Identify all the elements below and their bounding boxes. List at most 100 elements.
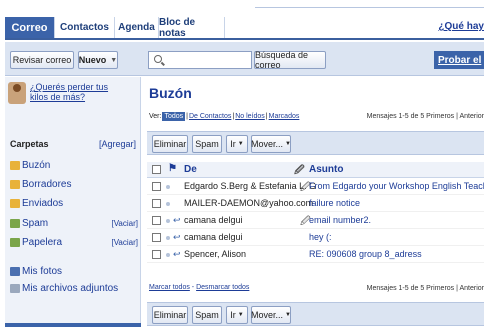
action-bar-top: Eliminar Spam Ir ▼ Mover... ▼ xyxy=(147,131,484,155)
drafts-folder-icon xyxy=(10,179,20,189)
select-all-checkbox[interactable] xyxy=(152,165,161,174)
from-column-header[interactable]: De xyxy=(184,164,197,175)
search-mail-button[interactable]: Búsqueda de correo xyxy=(254,50,326,70)
filter-contacts[interactable]: De Contactos xyxy=(189,113,231,120)
check-mail-button[interactable]: Revisar correo xyxy=(10,51,74,69)
row-checkbox[interactable] xyxy=(152,199,161,208)
folders-header: Carpetas [Agregar] xyxy=(5,136,141,152)
spam-button[interactable]: Spam xyxy=(192,306,222,324)
folders-title: Carpetas xyxy=(10,139,49,149)
message-counter-bottom: Mensajes 1-5 de 5 Primeros | Anterior xyxy=(366,285,484,292)
move-button[interactable]: Mover... ▼ xyxy=(251,306,291,324)
folder-label: Borradores xyxy=(22,178,72,190)
row-checkbox[interactable] xyxy=(152,216,161,225)
email-subject[interactable]: RE: 090608 group 8_adress xyxy=(309,249,422,259)
selection-links: Marcar todos - Desmarcar todos xyxy=(149,284,250,291)
move-button[interactable]: Mover... ▼ xyxy=(251,135,291,153)
delete-button[interactable]: Eliminar xyxy=(152,135,188,153)
search-icon xyxy=(154,55,162,63)
email-subject[interactable]: email number2. xyxy=(309,215,371,225)
promo-image xyxy=(8,82,26,104)
my-attachments-link[interactable]: Mis archivos adjuntos xyxy=(10,281,138,295)
tab-agenda[interactable]: Agenda xyxy=(115,17,159,38)
table-row[interactable]: ↩ Spencer, Alison RE: 090608 group 8_adr… xyxy=(147,247,484,263)
inbox-panel: Buzón Ver: Todos | De Contactos | No leído… xyxy=(142,77,484,327)
table-row[interactable]: ↩ camana delgui hey (: xyxy=(147,230,484,246)
promo-ad[interactable]: ¿Querés perder tus kilos de más? xyxy=(8,82,138,110)
row-checkbox[interactable] xyxy=(152,250,161,259)
view-filter: Ver: Todos | De Contactos | No leídos | Mar… xyxy=(149,112,300,121)
tab-notes[interactable]: Bloc de notas xyxy=(159,17,225,39)
sidebar-bottom-bar xyxy=(5,323,141,327)
photos-label: Mis fotos xyxy=(22,265,63,277)
tab-mail[interactable]: Correo xyxy=(5,17,55,38)
empty-trash-link[interactable]: [Vaciar] xyxy=(111,238,138,247)
toolbar: Revisar correo Nuevo ▼ Búsqueda de corre… xyxy=(5,42,484,76)
message-list-header: ⚑ De 🖉 Asunto xyxy=(147,162,484,178)
delete-button[interactable]: Eliminar xyxy=(152,306,188,324)
read-status-icon xyxy=(166,236,170,240)
my-photos-link[interactable]: Mis fotos xyxy=(10,264,138,278)
whats-new-link[interactable]: ¿Qué hay xyxy=(438,21,484,32)
subject-column-header[interactable]: Asunto xyxy=(309,164,343,175)
filter-flagged[interactable]: Marcados xyxy=(269,113,300,120)
replied-icon: ↩ xyxy=(173,215,181,225)
folder-trash[interactable]: Papelera [Vaciar] xyxy=(10,235,138,249)
filter-all[interactable]: Todos xyxy=(162,112,186,121)
add-folder-link[interactable]: [Agregar] xyxy=(99,139,136,149)
search-input[interactable] xyxy=(148,51,252,69)
sent-folder-icon xyxy=(10,198,20,208)
empty-spam-link[interactable]: [Vaciar] xyxy=(111,219,138,228)
filter-unread[interactable]: No leídos xyxy=(235,113,265,120)
mark-all-link[interactable]: Marcar todos xyxy=(149,284,190,291)
promo-line-1: ¿Querés perder tus xyxy=(30,82,109,92)
promo-line-2: kilos de más? xyxy=(30,92,86,102)
folder-label: Enviados xyxy=(22,197,64,209)
header-divider xyxy=(255,7,484,8)
email-subject[interactable]: failure notice xyxy=(309,198,360,208)
photos-icon xyxy=(10,266,20,276)
table-row[interactable]: ↩ camana delgui 🖉 email number2. xyxy=(147,213,484,229)
goto-label: Ir xyxy=(230,310,236,320)
trash-folder-icon xyxy=(10,237,20,247)
read-status-icon xyxy=(166,202,170,206)
row-checkbox[interactable] xyxy=(152,233,161,242)
sidebar: ¿Querés perder tus kilos de más? Carpeta… xyxy=(5,77,141,327)
chevron-down-icon: ▼ xyxy=(237,141,244,147)
email-subject[interactable]: From Edgardo your Workshop English Teach… xyxy=(309,181,484,191)
spam-button[interactable]: Spam xyxy=(192,135,222,153)
email-sender: camana delgui xyxy=(184,232,243,242)
folder-label: Spam xyxy=(22,217,49,229)
new-button-label: Nuevo xyxy=(78,55,107,65)
flag-column-icon[interactable]: ⚑ xyxy=(168,163,177,174)
replied-icon: ↩ xyxy=(173,232,181,242)
paperclip-icon: 🖉 xyxy=(294,165,305,176)
attachments-icon xyxy=(10,283,20,293)
unmark-all-link[interactable]: Desmarcar todos xyxy=(196,284,249,291)
action-bar-bottom: Eliminar Spam Ir ▼ Mover... ▼ xyxy=(147,302,484,326)
folder-drafts[interactable]: Borradores xyxy=(10,177,138,191)
email-subject[interactable]: hey (: xyxy=(309,232,332,242)
read-status-icon xyxy=(166,219,170,223)
folder-inbox[interactable]: Buzón xyxy=(10,158,138,172)
folder-spam[interactable]: Spam [Vaciar] xyxy=(10,216,138,230)
tab-contacts[interactable]: Contactos xyxy=(55,17,115,38)
table-row[interactable]: Edgardo S.Berg & Estefania L. G. 🖉 From … xyxy=(147,179,484,195)
goto-label: Ir xyxy=(230,139,236,149)
filter-label: Ver: xyxy=(149,113,162,120)
message-counter-top: Mensajes 1-5 de 5 Primeros | Anterior xyxy=(366,113,484,120)
goto-button[interactable]: Ir ▼ xyxy=(226,135,248,153)
try-new-button[interactable]: Probar el xyxy=(434,51,484,69)
table-row[interactable]: MAILER-DAEMON@yahoo.com failure notice xyxy=(147,196,484,212)
goto-button[interactable]: Ir ▼ xyxy=(226,306,248,324)
folder-sent[interactable]: Enviados xyxy=(10,196,138,210)
spam-folder-icon xyxy=(10,218,20,228)
folder-label: Papelera xyxy=(22,236,63,248)
chevron-down-icon: ▼ xyxy=(110,56,118,64)
chevron-down-icon: ▼ xyxy=(237,312,244,318)
row-checkbox[interactable] xyxy=(152,182,161,191)
new-button[interactable]: Nuevo ▼ xyxy=(78,51,118,69)
chevron-down-icon: ▼ xyxy=(285,312,291,318)
email-sender: Spencer, Alison xyxy=(184,249,247,259)
replied-icon: ↩ xyxy=(173,249,181,259)
